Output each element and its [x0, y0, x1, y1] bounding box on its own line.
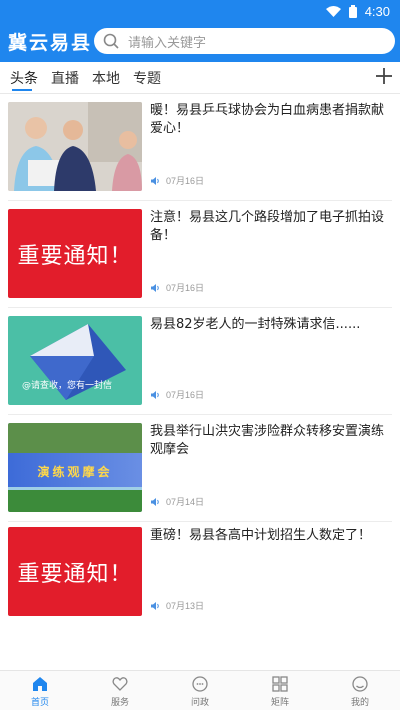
envelope-icon: [30, 324, 126, 400]
news-date: 07月14日: [166, 497, 205, 507]
news-item[interactable]: 暖！易县乒乓球协会为白血病患者捐款献爱心！ 07月16日: [0, 94, 400, 201]
home-icon: [33, 677, 47, 691]
battery-icon: [348, 5, 357, 18]
wifi-icon: [325, 5, 341, 17]
status-bar: 4:30: [0, 0, 400, 24]
top-header: 4:30 冀云易县 请输入关键字: [0, 0, 400, 62]
speaker-icon[interactable]: [150, 601, 160, 611]
news-meta: 07月14日: [150, 495, 204, 508]
news-title: 注意！易县这几个路段增加了电子抓拍设备！: [150, 210, 385, 243]
tab-live[interactable]: 直播: [51, 68, 79, 88]
tab-local[interactable]: 本地: [92, 68, 120, 88]
nav-home[interactable]: 首页: [10, 675, 70, 708]
nav-inquiry[interactable]: 问政: [170, 675, 230, 708]
notice-thumbnail: 重要通知！: [8, 209, 142, 298]
speaker-icon[interactable]: [150, 390, 160, 400]
news-title: 暖！易县乒乓球协会为白血病患者捐款献爱心！: [150, 103, 385, 136]
nav-service[interactable]: 服务: [90, 675, 150, 708]
search-placeholder: 请输入关键字: [128, 35, 207, 51]
news-meta: 07月16日: [150, 388, 204, 401]
search-input[interactable]: 请输入关键字: [94, 28, 395, 54]
photo-thumbnail: [8, 102, 142, 191]
mail-thumbnail: @请查收，您有一封信: [8, 316, 142, 405]
search-icon: [103, 33, 119, 49]
news-title: 重磅！易县各高中计划招生人数定了！: [150, 528, 372, 543]
nav-label: 矩阵: [270, 698, 289, 708]
user-icon: [352, 676, 368, 692]
news-meta: 07月16日: [150, 281, 204, 294]
news-thumbnail: 演练观摩会: [8, 423, 142, 512]
banner-trees: [8, 423, 142, 453]
heart-icon: [112, 677, 128, 691]
news-meta: 07月16日: [150, 174, 204, 187]
news-date: 07月13日: [166, 601, 205, 611]
nav-label: 问政: [190, 698, 209, 708]
notice-thumbnail: 重要通知！: [8, 527, 142, 616]
news-thumbnail: [8, 102, 142, 191]
bottom-nav: 首页 服务 问政 矩阵 我的: [0, 670, 400, 710]
news-thumbnail: 重要通知！: [8, 527, 142, 616]
news-date: 07月16日: [166, 283, 205, 293]
nav-matrix[interactable]: 矩阵: [250, 675, 310, 708]
banner-grass: [8, 490, 142, 512]
chat-icon: [192, 676, 208, 692]
nav-label: 服务: [110, 698, 129, 708]
mail-caption: @请查收，您有一封信: [22, 381, 113, 391]
banner-thumbnail: 演练观摩会: [8, 423, 142, 512]
news-title: 我县举行山洪灾害涉险群众转移安置演练观摩会: [150, 424, 385, 457]
tab-special[interactable]: 专题: [133, 68, 161, 88]
news-title: 易县82岁老人的一封特殊请求信......: [150, 317, 361, 332]
app-title: 冀云易县: [8, 32, 93, 54]
banner-text: 演练观摩会: [37, 465, 113, 479]
news-item[interactable]: 重要通知！ 注意！易县这几个路段增加了电子抓拍设备！ 07月16日: [0, 201, 400, 308]
news-item[interactable]: 演练观摩会 我县举行山洪灾害涉险群众转移安置演练观摩会 07月14日: [0, 415, 400, 522]
news-meta: 07月13日: [150, 599, 204, 612]
active-tab-indicator: [12, 89, 32, 91]
nav-label: 我的: [350, 698, 369, 708]
people-photo: [8, 102, 142, 191]
nav-label: 首页: [30, 698, 49, 708]
speaker-icon[interactable]: [150, 497, 160, 507]
tab-headline[interactable]: 头条: [10, 68, 38, 88]
news-thumbnail: 重要通知！: [8, 209, 142, 298]
news-thumbnail: @请查收，您有一封信: [8, 316, 142, 405]
news-item[interactable]: 重要通知！ 重磅！易县各高中计划招生人数定了！ 07月13日: [0, 519, 400, 626]
speaker-icon[interactable]: [150, 283, 160, 293]
grid-icon: [272, 676, 288, 692]
status-right: 4:30: [325, 4, 390, 19]
channel-tabs: 头条 直播 本地 专题: [0, 62, 400, 94]
status-time: 4:30: [364, 4, 390, 19]
news-date: 07月16日: [166, 390, 205, 400]
plus-icon[interactable]: [374, 66, 394, 86]
news-item[interactable]: @请查收，您有一封信 易县82岁老人的一封特殊请求信...... 07月16日: [0, 308, 400, 415]
nav-mine[interactable]: 我的: [330, 675, 390, 708]
news-date: 07月16日: [166, 176, 205, 186]
speaker-icon[interactable]: [150, 176, 160, 186]
